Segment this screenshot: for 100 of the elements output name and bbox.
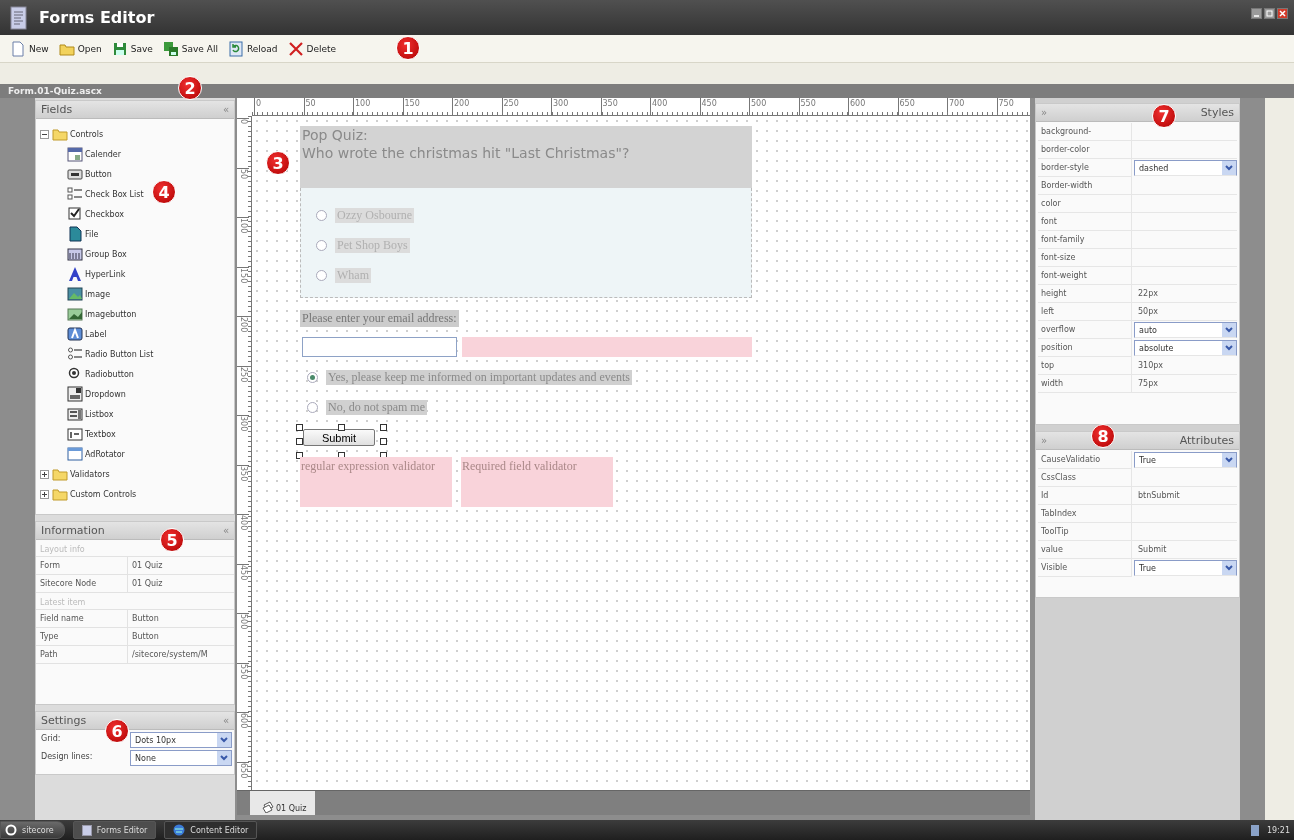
tray-icon (1250, 824, 1259, 836)
reload-button[interactable]: Reload (225, 39, 280, 58)
image-button-icon (67, 306, 83, 322)
tree-item[interactable]: Group Box (85, 249, 127, 259)
property-name: height (1038, 285, 1132, 303)
expand-toggle[interactable] (40, 489, 49, 499)
dropdown[interactable]: True (1134, 560, 1237, 576)
validator-message: regular expression validator (300, 457, 452, 507)
dot-icon (310, 375, 315, 380)
dropdown-icon (67, 386, 83, 402)
property-name: width (1038, 375, 1132, 393)
open-button[interactable]: Open (56, 39, 104, 58)
tree-item[interactable]: File (85, 229, 99, 239)
ruler-label: 550 (798, 98, 848, 115)
tree-item[interactable]: Validators (70, 469, 110, 479)
tree-item[interactable]: Label (85, 329, 107, 339)
start-button[interactable]: sitecore (0, 821, 65, 839)
property-value: btnSubmit (1132, 487, 1237, 505)
tree-item[interactable]: Imagebutton (85, 309, 137, 319)
ruler-label: 50 (303, 98, 353, 115)
tree-item[interactable]: Controls (70, 129, 104, 139)
property-name: font-weight (1038, 267, 1132, 285)
radio-button[interactable] (307, 402, 318, 413)
saveall-button[interactable]: Save All (160, 39, 220, 58)
document-tab[interactable]: Form.01-Quiz.ascx (8, 84, 102, 98)
expand-toggle[interactable] (40, 469, 49, 479)
dropdown[interactable]: Dots 10px (130, 732, 232, 748)
taskbar-button[interactable]: Forms Editor (72, 821, 157, 839)
tree-item[interactable]: Check Box List (85, 189, 144, 199)
ruler-label: 700 (947, 98, 997, 115)
property-name: CssClass (1038, 469, 1132, 487)
page-tab[interactable]: 01 Quiz (250, 791, 315, 815)
tree-item[interactable]: Radiobutton (85, 369, 134, 379)
taskbar-button[interactable]: Content Editor (164, 821, 258, 839)
tree-item[interactable]: Dropdown (85, 389, 126, 399)
folder-icon (52, 467, 68, 481)
tree-item[interactable]: AdRotator (85, 449, 125, 459)
label-icon (67, 326, 83, 342)
radio-button[interactable] (307, 372, 318, 383)
maximize-button[interactable] (1264, 8, 1275, 19)
cross-icon (287, 40, 304, 57)
window-title: Forms Editor (39, 8, 156, 27)
tree-item[interactable]: Custom Controls (70, 489, 137, 499)
validator-message: Required field validator (461, 457, 613, 507)
refresh-icon (227, 40, 244, 57)
dropdown[interactable]: dashed (1134, 160, 1237, 176)
banner-icon (67, 446, 83, 462)
submit-button[interactable]: Submit (303, 429, 375, 446)
field-label: Form (36, 557, 128, 575)
dropdown[interactable]: None (130, 750, 232, 766)
ruler-label: 200 (452, 98, 502, 115)
tree-item[interactable]: Calender (85, 149, 121, 159)
field-value: 01 Quiz (128, 557, 234, 575)
new-button[interactable]: New (8, 39, 51, 58)
panel-title: Information (41, 524, 105, 537)
tree-item[interactable]: Listbox (85, 409, 114, 419)
file-icon (67, 226, 83, 242)
ruler-label: 100 (237, 217, 249, 267)
ruler-label: 150 (402, 98, 452, 115)
field-label: Type (36, 628, 128, 646)
field-value: Button (128, 628, 234, 646)
checklist-icon (67, 186, 83, 202)
tree-item[interactable]: Radio Button List (85, 349, 154, 359)
plus-icon (42, 471, 47, 477)
collapse-toggle[interactable] (40, 129, 49, 139)
panel-title: Settings (41, 714, 87, 727)
email-field[interactable] (302, 337, 457, 357)
radio-button[interactable] (316, 240, 327, 251)
field-value: /sitecore/system/M (128, 646, 234, 664)
radio-button[interactable] (316, 210, 327, 221)
dropdown[interactable]: absolute (1134, 340, 1237, 356)
tree-item[interactable]: Checkbox (85, 209, 125, 219)
minimize-button[interactable] (1251, 8, 1262, 19)
property-value: 75px (1132, 375, 1237, 393)
tree-item[interactable]: Textbox (85, 429, 116, 439)
property-name: Visible (1038, 559, 1132, 577)
ring-icon (5, 824, 17, 836)
ruler-label: 550 (237, 662, 249, 712)
property-name: font (1038, 213, 1132, 231)
listbox-icon (67, 406, 83, 422)
property-name: value (1038, 541, 1132, 559)
dropdown[interactable]: auto (1134, 322, 1237, 338)
ruler-label: 250 (501, 98, 551, 115)
field-label: Field name (36, 610, 128, 628)
property-value: Submit (1132, 541, 1237, 559)
property-name: border-color (1038, 141, 1132, 159)
panel-title: Fields (41, 103, 73, 116)
radio-button[interactable] (316, 270, 327, 281)
ruler-label: 400 (237, 514, 249, 564)
tree-item[interactable]: Button (85, 169, 112, 179)
property-name: font-size (1038, 249, 1132, 267)
ruler-label: 500 (237, 613, 249, 663)
tree-item[interactable]: Image (85, 289, 111, 299)
selection-handles[interactable] (296, 424, 387, 459)
property-name: font-family (1038, 231, 1132, 249)
tree-item[interactable]: HyperLink (85, 269, 126, 279)
delete-button[interactable]: Delete (285, 39, 339, 58)
dropdown[interactable]: True (1134, 452, 1237, 468)
close-button[interactable] (1277, 8, 1288, 19)
save-button[interactable]: Save (109, 39, 155, 58)
